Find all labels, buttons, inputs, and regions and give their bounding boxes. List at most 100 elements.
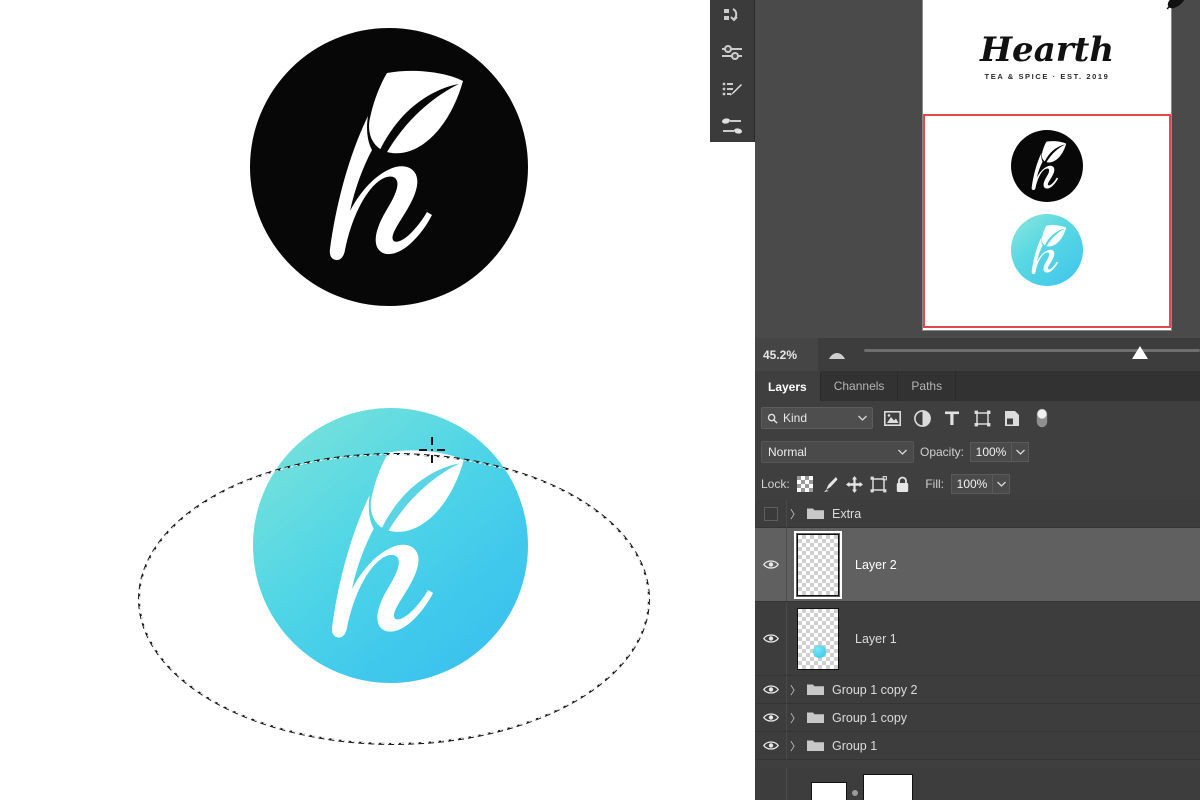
- adjustments-icon[interactable]: [718, 39, 746, 67]
- mask-link-icon: [852, 790, 858, 796]
- opacity-value-field[interactable]: 100%: [970, 441, 1013, 462]
- layers-panel: Kind Normal Opacity: 100% Lock: Fill: 10…: [755, 401, 1200, 800]
- chevron-right-icon[interactable]: 〉: [787, 506, 804, 522]
- layer-filter-row: Kind: [755, 401, 1200, 435]
- filter-pixel-icon[interactable]: [881, 407, 903, 429]
- blend-mode-select[interactable]: Normal: [761, 440, 914, 463]
- chevron-down-icon: [1015, 449, 1025, 455]
- table-row[interactable]: Layer 1: [755, 602, 1200, 676]
- filter-smart-object-icon[interactable]: [1001, 407, 1023, 429]
- layer-visibility-toggle[interactable]: [755, 500, 787, 527]
- zoom-slider-thumb[interactable]: [1131, 346, 1149, 360]
- layer-visibility-toggle[interactable]: [755, 676, 787, 703]
- brand-wordmark: Hearth: [979, 30, 1115, 70]
- navigator-document-preview[interactable]: Hearth TEA & SPICE · EST. 2019: [923, 0, 1185, 330]
- leaf-icon: [1166, 0, 1185, 10]
- layer-name[interactable]: Group 1: [826, 739, 877, 753]
- chevron-down-icon: [996, 481, 1006, 487]
- tab-bar-filler: [956, 371, 1200, 401]
- layer-thumbnail[interactable]: [787, 530, 849, 599]
- lock-image-icon[interactable]: [821, 475, 838, 494]
- table-row[interactable]: 〉 Group 1: [755, 732, 1200, 760]
- tab-channels[interactable]: Channels: [820, 371, 899, 401]
- chevron-down-icon: [898, 449, 907, 455]
- panel-dock-strip[interactable]: [710, 0, 755, 142]
- blend-mode-value: Normal: [768, 444, 807, 459]
- filter-kind-label: Kind: [783, 411, 808, 425]
- navigator-zoom-bar: 45.2%: [755, 338, 1200, 371]
- layer-name[interactable]: Layer 2: [849, 558, 897, 572]
- filter-type-icon[interactable]: [941, 407, 963, 429]
- layer-name[interactable]: Layer 1: [849, 632, 897, 646]
- navigator-blue-logo-chip: [1011, 214, 1083, 286]
- table-row[interactable]: 〉 Extra: [755, 500, 1200, 528]
- navigator-panel: Hearth TEA & SPICE · EST. 2019: [755, 0, 1200, 338]
- h-leaf-mark-icon: [329, 70, 463, 260]
- document-canvas[interactable]: [0, 0, 755, 800]
- photoshop-window: Hearth TEA & SPICE · EST. 2019 45.2% Lay…: [0, 0, 1200, 800]
- table-row[interactable]: Layer 2: [755, 528, 1200, 602]
- table-row[interactable]: 〉 Group 1 copy: [755, 704, 1200, 732]
- brushes-icon[interactable]: [718, 113, 746, 141]
- opacity-stepper[interactable]: [1012, 441, 1030, 462]
- tab-paths[interactable]: Paths: [898, 371, 957, 401]
- tab-layers[interactable]: Layers: [755, 371, 821, 401]
- chevron-right-icon[interactable]: 〉: [787, 738, 804, 754]
- marquee-inner-dash: [139, 454, 649, 744]
- layer-list[interactable]: 〉 Extra Layer 2 Layer 1 〉 Group 1 copy 2…: [755, 500, 1200, 800]
- zoom-percentage-field[interactable]: 45.2%: [755, 338, 818, 371]
- layer-visibility-toggle[interactable]: [755, 528, 787, 601]
- lock-transparency-icon[interactable]: [797, 475, 814, 494]
- eye-off-icon: [763, 506, 778, 521]
- navigator-black-logo-chip: [1011, 130, 1083, 202]
- brush-settings-icon[interactable]: [718, 76, 746, 104]
- chevron-right-icon[interactable]: 〉: [787, 710, 804, 726]
- folder-icon: [804, 739, 826, 752]
- blend-mode-row: Normal Opacity: 100%: [755, 435, 1200, 468]
- fill-value-field[interactable]: 100%: [951, 474, 993, 494]
- elliptical-marquee-selection[interactable]: [138, 453, 650, 745]
- layer-visibility-toggle[interactable]: [755, 602, 787, 675]
- chevron-right-icon[interactable]: 〉: [787, 682, 804, 698]
- zoom-slider-track[interactable]: [856, 338, 1200, 371]
- filter-kind-select[interactable]: Kind: [761, 407, 873, 429]
- lock-label: Lock:: [761, 477, 790, 491]
- folder-icon: [804, 711, 826, 724]
- layer-name[interactable]: Group 1 copy: [826, 711, 907, 725]
- navigator-wordmark-area: Hearth TEA & SPICE · EST. 2019: [923, 0, 1185, 114]
- lock-position-icon[interactable]: [845, 475, 863, 494]
- fill-stepper[interactable]: [993, 474, 1010, 494]
- lock-row: Lock: Fill: 100%: [755, 468, 1200, 500]
- layer-thumbnail[interactable]: [787, 607, 849, 670]
- layer-visibility-toggle[interactable]: [755, 768, 787, 800]
- folder-icon: [804, 683, 826, 696]
- folder-icon: [804, 507, 826, 520]
- zoom-out-icon[interactable]: [818, 350, 856, 360]
- eye-icon: [762, 685, 779, 694]
- opacity-label: Opacity:: [920, 444, 965, 459]
- layer-thumbnail-partial[interactable]: [811, 782, 847, 800]
- layer-visibility-toggle[interactable]: [755, 704, 787, 731]
- history-icon[interactable]: [718, 2, 746, 30]
- layer-mask-thumbnail-partial[interactable]: [863, 774, 913, 800]
- lock-artboard-icon[interactable]: [870, 475, 887, 494]
- eye-icon: [762, 560, 779, 569]
- brand-tagline: TEA & SPICE · EST. 2019: [984, 72, 1110, 81]
- hearth-black-logo[interactable]: [250, 28, 528, 306]
- table-row-partial[interactable]: [755, 768, 1200, 800]
- eye-icon: [762, 634, 779, 643]
- thumbnail-empty: [794, 530, 842, 599]
- layer-visibility-toggle[interactable]: [755, 732, 787, 759]
- filter-shape-icon[interactable]: [971, 407, 993, 429]
- thumbnail-blue-dot: [797, 607, 839, 670]
- layer-name[interactable]: Group 1 copy 2: [826, 683, 917, 697]
- zoom-slider-line: [864, 349, 1200, 352]
- lock-all-icon[interactable]: [894, 475, 911, 494]
- filter-adjustment-icon[interactable]: [911, 407, 933, 429]
- table-row[interactable]: 〉 Group 1 copy 2: [755, 676, 1200, 704]
- panel-tab-bar: Layers Channels Paths: [755, 371, 1200, 401]
- filter-toggle-icon[interactable]: [1031, 407, 1053, 429]
- navigator-view-box[interactable]: [923, 114, 1171, 328]
- layer-name[interactable]: Extra: [826, 507, 861, 521]
- h-leaf-mark-icon: [1031, 225, 1067, 275]
